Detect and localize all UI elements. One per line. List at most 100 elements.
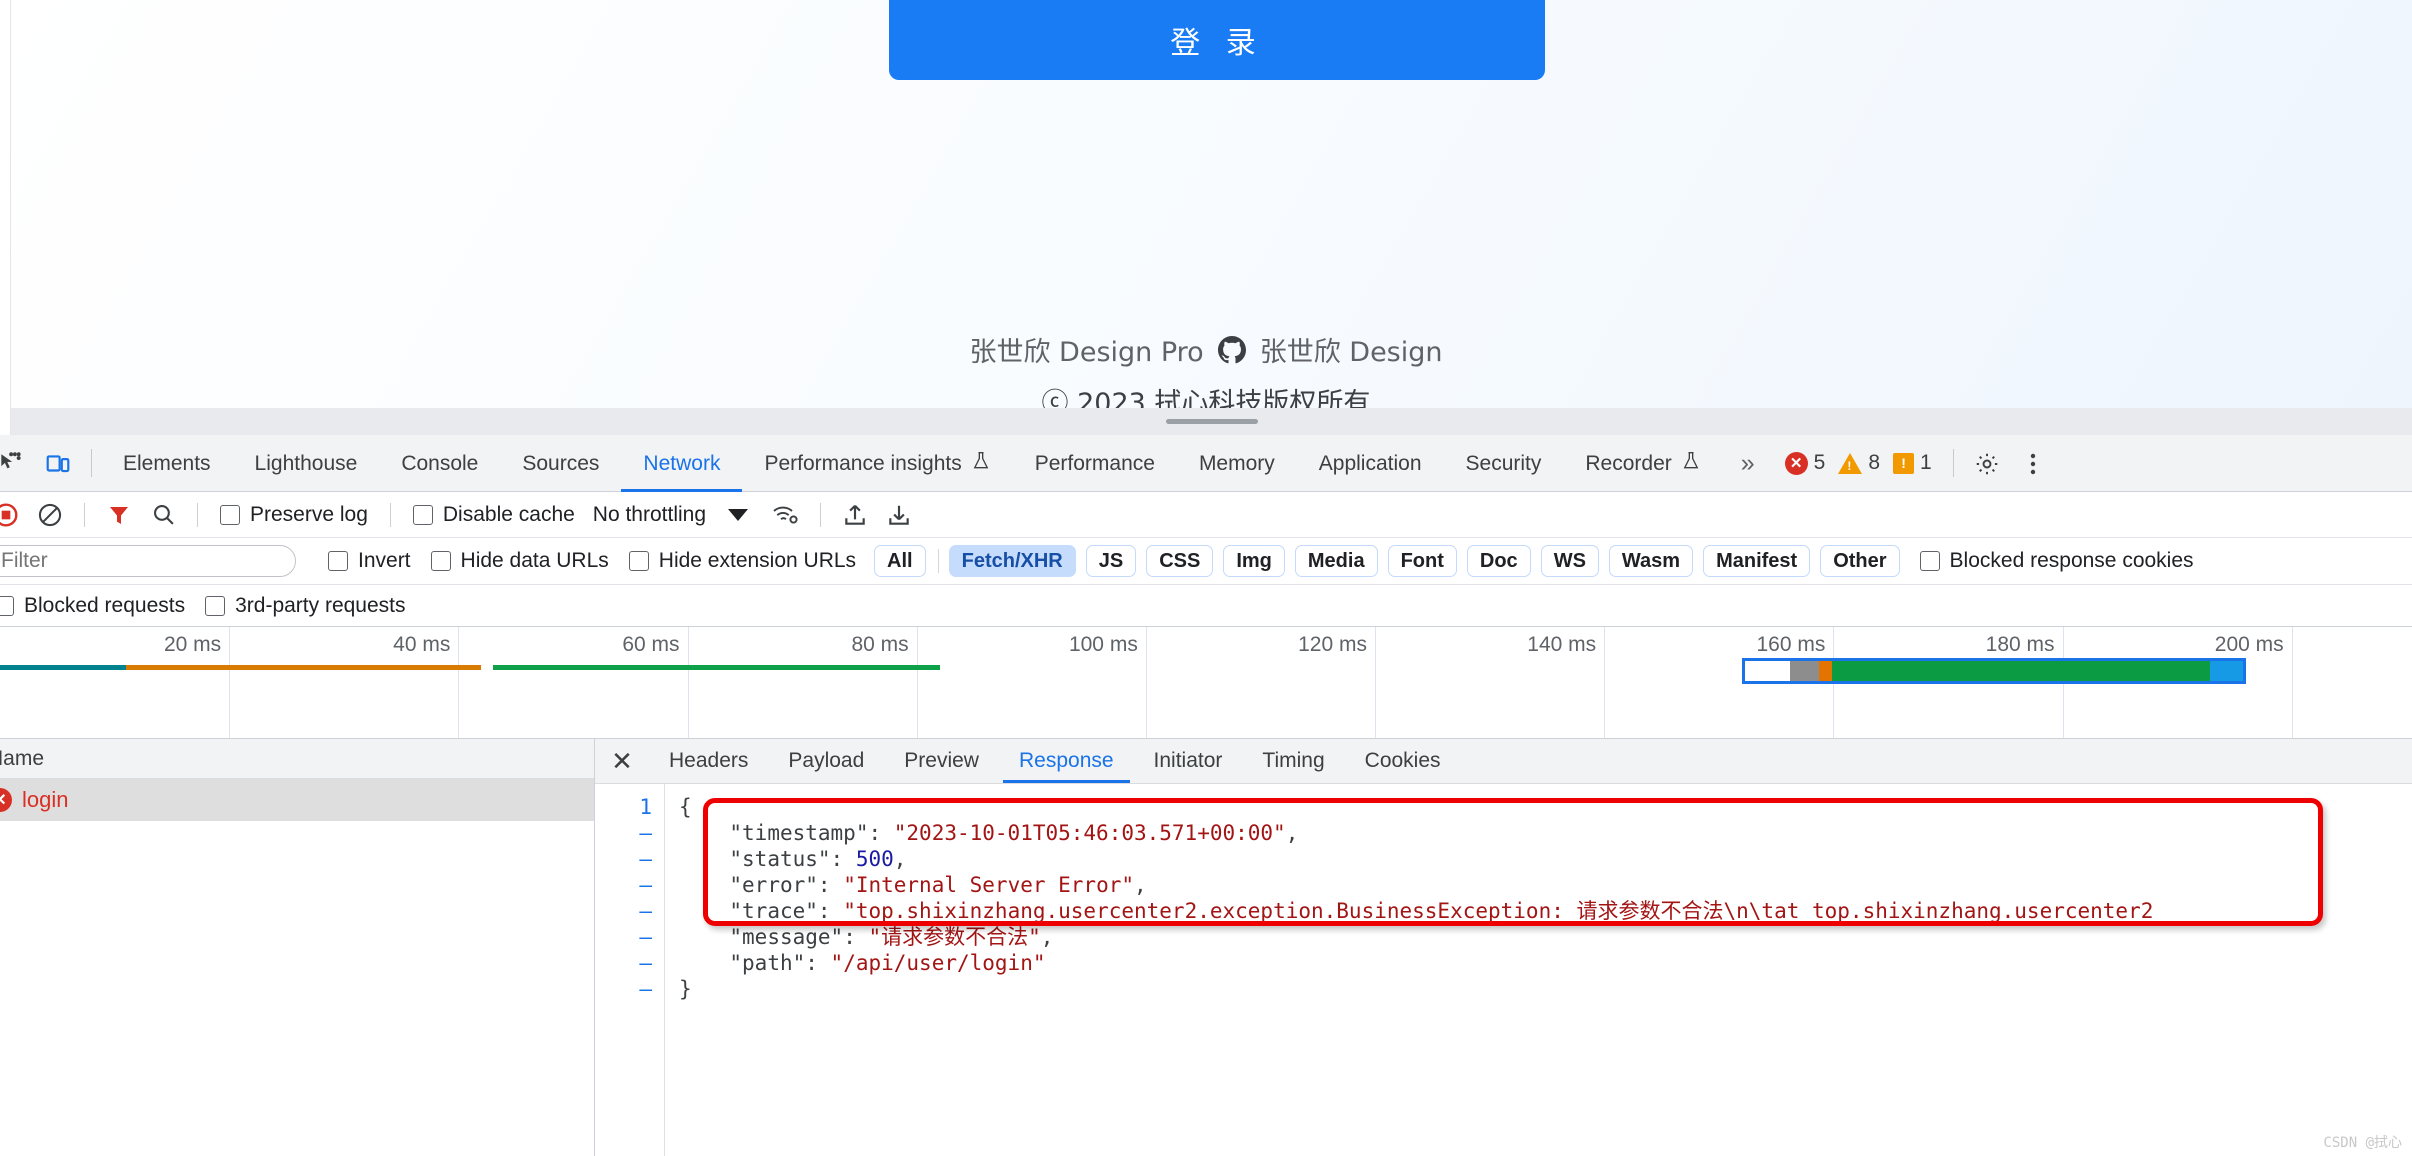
- footer-brand[interactable]: 张世欣 Design: [1260, 330, 1443, 369]
- filter-chip-fetch-xhr[interactable]: Fetch/XHR: [948, 545, 1076, 577]
- throttling-select[interactable]: No throttling: [585, 503, 706, 527]
- line-number: –: [639, 847, 652, 871]
- tab-label: Application: [1318, 451, 1422, 475]
- code-line: {: [679, 794, 2412, 820]
- code-token: }: [679, 977, 692, 1001]
- network-overview-timeline[interactable]: 20 ms 40 ms 60 ms 80 ms 100 ms 120 ms 140 ms 16…: [0, 627, 2412, 739]
- tab-network[interactable]: Network: [621, 435, 743, 492]
- blocked-requests-checkbox[interactable]: Blocked requests: [0, 594, 195, 618]
- error-counter[interactable]: ✕ 5: [1784, 451, 1826, 475]
- checkbox-box: [412, 504, 433, 525]
- toolbar-divider: [84, 502, 85, 527]
- filter-input[interactable]: [0, 545, 296, 577]
- tab-timing[interactable]: Timing: [1242, 739, 1344, 783]
- clear-icon[interactable]: [28, 492, 72, 538]
- blocked-requests-label: Blocked requests: [24, 593, 186, 617]
- filter-chip-all[interactable]: All: [874, 545, 926, 577]
- filter-chip-css[interactable]: CSS: [1146, 545, 1214, 577]
- issue-icon: !: [1893, 452, 1915, 474]
- tab-elements[interactable]: Elements: [101, 435, 233, 492]
- invert-checkbox[interactable]: Invert: [318, 549, 421, 573]
- tab-preview[interactable]: Preview: [884, 739, 999, 783]
- devtools-panel: Elements Lighthouse Console Sources Netw…: [0, 435, 2412, 1156]
- third-party-requests-checkbox[interactable]: 3rd-party requests: [195, 594, 415, 618]
- close-icon[interactable]: ✕: [595, 739, 649, 783]
- checkbox-box: [430, 551, 451, 571]
- disable-cache-checkbox[interactable]: Disable cache: [403, 503, 585, 527]
- blocked-response-cookies-checkbox[interactable]: Blocked response cookies: [1910, 549, 2204, 573]
- issue-counter[interactable]: ! 1: [1893, 451, 1932, 475]
- devtools-resize-strip[interactable]: [11, 408, 2412, 435]
- tab-label: Sources: [522, 451, 600, 475]
- tab-recorder[interactable]: Recorder: [1563, 435, 1722, 492]
- tab-lighthouse[interactable]: Lighthouse: [233, 435, 380, 492]
- import-har-icon[interactable]: [833, 492, 877, 538]
- code-token: ,: [893, 847, 907, 871]
- filter-chip-ws[interactable]: WS: [1540, 545, 1599, 577]
- devtools-drag-handle[interactable]: [1165, 419, 1258, 424]
- tab-label: Memory: [1198, 451, 1275, 475]
- response-json-code[interactable]: {"timestamp": "2023-10-01T05:46:03.571+0…: [665, 784, 2412, 1156]
- code-token: "top.shixinzhang.usercenter2.exception.B…: [843, 899, 2154, 923]
- code-token: :: [817, 899, 844, 923]
- issue-counters: ✕ 5 8 ! 1: [1773, 435, 1944, 491]
- github-icon[interactable]: [1217, 335, 1246, 364]
- tab-console[interactable]: Console: [379, 435, 500, 492]
- code-line: "message": "请求参数不合法",: [679, 924, 2412, 950]
- tab-label: Performance: [1034, 451, 1155, 475]
- filter-chip-wasm[interactable]: Wasm: [1608, 545, 1694, 577]
- warning-counter[interactable]: 8: [1838, 451, 1880, 475]
- network-conditions-icon[interactable]: [764, 492, 808, 538]
- code-token: "message": [729, 925, 844, 949]
- request-waterfall-bar[interactable]: [1741, 658, 2246, 684]
- error-count: 5: [1813, 451, 1826, 474]
- tab-performance[interactable]: Performance: [1013, 435, 1177, 492]
- code-token: :: [830, 847, 856, 871]
- overview-segment-green: [492, 665, 940, 670]
- tab-response[interactable]: Response: [999, 739, 1134, 783]
- device-toolbar-icon[interactable]: [34, 435, 82, 492]
- filter-chip-manifest[interactable]: Manifest: [1703, 545, 1811, 577]
- chevron-down-icon[interactable]: [728, 508, 749, 521]
- hide-extension-urls-checkbox[interactable]: Hide extension URLs: [619, 549, 866, 573]
- export-har-icon[interactable]: [877, 492, 921, 538]
- tab-security[interactable]: Security: [1444, 435, 1564, 492]
- kebab-menu-icon[interactable]: [2011, 435, 2055, 492]
- code-token: 500: [855, 847, 894, 871]
- filter-icon[interactable]: [97, 492, 141, 538]
- filter-chip-font[interactable]: Font: [1387, 545, 1457, 577]
- response-body-viewer[interactable]: 1– – – – – – – {"timestamp": "2023-10-01T05:46…: [595, 784, 2412, 1156]
- filter-chip-doc[interactable]: Doc: [1466, 545, 1531, 577]
- tab-performance-insights[interactable]: Performance insights: [742, 435, 1012, 492]
- preserve-log-label: Preserve log: [250, 502, 368, 526]
- tab-memory[interactable]: Memory: [1177, 435, 1297, 492]
- hide-data-urls-checkbox[interactable]: Hide data URLs: [421, 549, 619, 573]
- code-token: "timestamp": [729, 821, 869, 845]
- gear-icon[interactable]: [1963, 435, 2011, 492]
- tab-payload[interactable]: Payload: [768, 739, 884, 783]
- tab-application[interactable]: Application: [1297, 435, 1444, 492]
- table-row[interactable]: ✕ login: [0, 779, 594, 821]
- tab-initiator[interactable]: Initiator: [1134, 739, 1243, 783]
- toolbar-divider-2: [197, 502, 198, 527]
- checkbox-box: [1919, 551, 1940, 571]
- filter-chip-media[interactable]: Media: [1294, 545, 1378, 577]
- chevron-double-right-icon[interactable]: »: [1723, 435, 1773, 491]
- tab-headers[interactable]: Headers: [649, 739, 768, 783]
- tab-sources[interactable]: Sources: [500, 435, 621, 492]
- waterfall-segment-dns: [1789, 661, 1820, 681]
- inspect-element-icon[interactable]: [0, 435, 34, 492]
- request-list-header[interactable]: Name: [0, 739, 594, 779]
- code-token: "请求参数不合法": [868, 925, 1041, 949]
- filter-chip-js[interactable]: JS: [1085, 545, 1137, 577]
- search-icon[interactable]: [141, 492, 185, 538]
- request-list: Name ✕ login: [0, 739, 595, 1156]
- filter-chip-img[interactable]: Img: [1223, 545, 1285, 577]
- tab-cookies[interactable]: Cookies: [1345, 739, 1461, 783]
- timeline-tick-label: 200 ms: [2214, 633, 2284, 656]
- record-stop-icon[interactable]: [0, 492, 28, 538]
- preserve-log-checkbox[interactable]: Preserve log: [210, 503, 378, 527]
- filter-chip-other[interactable]: Other: [1820, 545, 1900, 577]
- login-button[interactable]: 登 录: [889, 0, 1545, 80]
- footer-brand-pro[interactable]: 张世欣 Design Pro: [969, 330, 1203, 369]
